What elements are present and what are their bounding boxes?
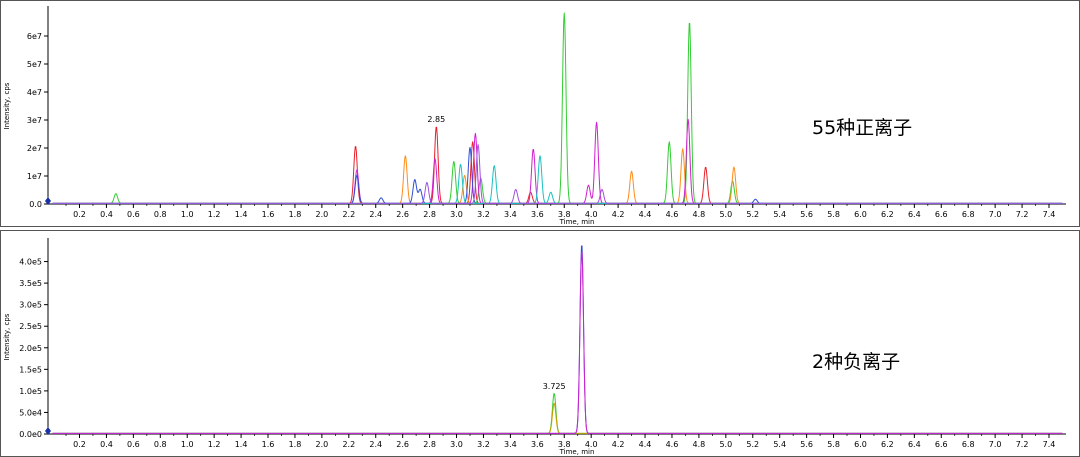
x-tick-label: 2.4 (369, 440, 382, 449)
x-tick-label: 5.2 (746, 440, 759, 449)
x-tick-label: 6.2 (881, 210, 894, 219)
x-tick-label: 2.2 (342, 440, 355, 449)
x-tick-label: 4.4 (639, 210, 652, 219)
x-tick-label: 3.6 (531, 440, 544, 449)
x-tick-label: 7.0 (989, 440, 1002, 449)
x-tick-label: 6.2 (881, 440, 894, 449)
panel-frame (0, 0, 1080, 227)
x-tick-label: 1.2 (208, 440, 221, 449)
chromatogram-figure: 0.2 0.4 0.6 0.8 1.0 1.2 1.4 1.6 1.8 2.0 2.2 2.4 2.6 2… (0, 0, 1080, 457)
x-tick-label: 6.6 (935, 210, 948, 219)
x-tick-label: 4.6 (666, 440, 679, 449)
x-tick-label: 0.2 (73, 210, 86, 219)
y-tick-label: 4e7 (27, 88, 42, 97)
x-tick-label: 2.8 (423, 440, 436, 449)
x-tick-label: 4.6 (666, 210, 679, 219)
y-axis-label: Intensity, cps (3, 313, 11, 360)
y-tick-label: 5.0e4 (19, 408, 42, 417)
x-tick-label: 1.6 (262, 210, 275, 219)
x-tick-label: 0.4 (100, 440, 113, 449)
x-tick-label: 2.4 (369, 210, 382, 219)
y-tick-label: 2.5e5 (19, 322, 42, 331)
x-tick-label: 6.8 (962, 440, 975, 449)
y-tick-label: 6e7 (27, 32, 42, 41)
x-axis-label: Time, min (559, 448, 595, 456)
x-tick-label: 3.4 (504, 210, 517, 219)
x-tick-label: 1.0 (181, 440, 194, 449)
x-tick-label: 5.8 (827, 440, 840, 449)
x-tick-label: 3.6 (531, 210, 544, 219)
x-tick-label: 0.6 (127, 210, 140, 219)
x-tick-label: 3.0 (450, 440, 463, 449)
x-tick-label: 1.8 (289, 440, 302, 449)
peak-annotation: 3.725 (543, 382, 566, 391)
x-tick-label: 7.0 (989, 210, 1002, 219)
x-tick-label: 5.2 (746, 210, 759, 219)
x-tick-label: 3.2 (477, 440, 490, 449)
y-axis-label: Intensity, cps (3, 82, 11, 129)
x-tick-label: 7.2 (1016, 210, 1029, 219)
x-tick-label: 6.4 (908, 440, 921, 449)
y-tick-label: 2.0e5 (19, 344, 42, 353)
x-tick-label: 2.2 (342, 210, 355, 219)
x-tick-label: 7.2 (1016, 440, 1029, 449)
x-tick-label: 4.8 (693, 440, 706, 449)
x-tick-label: 4.4 (639, 440, 652, 449)
x-tick-label: 1.6 (262, 440, 275, 449)
x-tick-label: 1.4 (235, 210, 248, 219)
x-tick-label: 2.0 (316, 440, 329, 449)
x-tick-label: 5.4 (773, 440, 786, 449)
x-tick-label: 7.4 (1043, 210, 1056, 219)
y-tick-label: 2e7 (27, 144, 42, 153)
y-tick-label: 0.0 (29, 200, 42, 209)
x-tick-label: 1.8 (289, 210, 302, 219)
x-tick-label: 2.6 (396, 440, 409, 449)
x-tick-label: 3.4 (504, 440, 517, 449)
x-tick-label: 5.0 (719, 210, 732, 219)
panel-label: 2种负离子 (812, 351, 900, 373)
x-tick-label: 6.0 (854, 440, 867, 449)
y-tick-label: 1.5e5 (19, 365, 42, 374)
y-tick-label: 3e7 (27, 116, 42, 125)
x-tick-label: 3.0 (450, 210, 463, 219)
y-tick-label: 3.5e5 (19, 279, 42, 288)
x-tick-label: 0.4 (100, 210, 113, 219)
x-tick-label: 6.4 (908, 210, 921, 219)
x-tick-label: 0.8 (154, 440, 167, 449)
x-tick-label: 7.4 (1043, 440, 1056, 449)
x-tick-label: 6.8 (962, 210, 975, 219)
x-tick-label: 1.4 (235, 440, 248, 449)
chromatogram-svg: 0.2 0.4 0.6 0.8 1.0 1.2 1.4 1.6 1.8 2.0 2.2 2.4 2.6 2… (0, 0, 1080, 457)
x-tick-label: 6.0 (854, 210, 867, 219)
y-tick-label: 1e7 (27, 172, 42, 181)
y-tick-label: 0.0e0 (19, 430, 42, 439)
y-tick-label: 3.0e5 (19, 301, 42, 310)
x-tick-label: 2.8 (423, 210, 436, 219)
x-tick-label: 5.6 (800, 440, 813, 449)
y-tick-label: 5e7 (27, 60, 42, 69)
x-tick-label: 4.8 (693, 210, 706, 219)
x-tick-label: 4.2 (612, 440, 625, 449)
x-axis-label: Time, min (559, 218, 595, 226)
x-tick-label: 0.6 (127, 440, 140, 449)
x-tick-label: 3.2 (477, 210, 490, 219)
panel-frame (0, 230, 1080, 457)
x-tick-label: 5.8 (827, 210, 840, 219)
x-tick-label: 1.2 (208, 210, 221, 219)
x-tick-label: 5.6 (800, 210, 813, 219)
x-tick-label: 1.0 (181, 210, 194, 219)
x-tick-label: 0.8 (154, 210, 167, 219)
y-tick-label: 4.0e5 (19, 258, 42, 267)
x-tick-label: 2.6 (396, 210, 409, 219)
y-tick-label: 1.0e5 (19, 387, 42, 396)
panel-label: 55种正离子 (812, 117, 912, 139)
x-tick-label: 4.2 (612, 210, 625, 219)
x-tick-label: 6.6 (935, 440, 948, 449)
x-tick-label: 5.4 (773, 210, 786, 219)
x-tick-label: 2.0 (316, 210, 329, 219)
x-tick-label: 5.0 (719, 440, 732, 449)
peak-annotation: 2.85 (427, 115, 445, 124)
x-tick-label: 0.2 (73, 440, 86, 449)
